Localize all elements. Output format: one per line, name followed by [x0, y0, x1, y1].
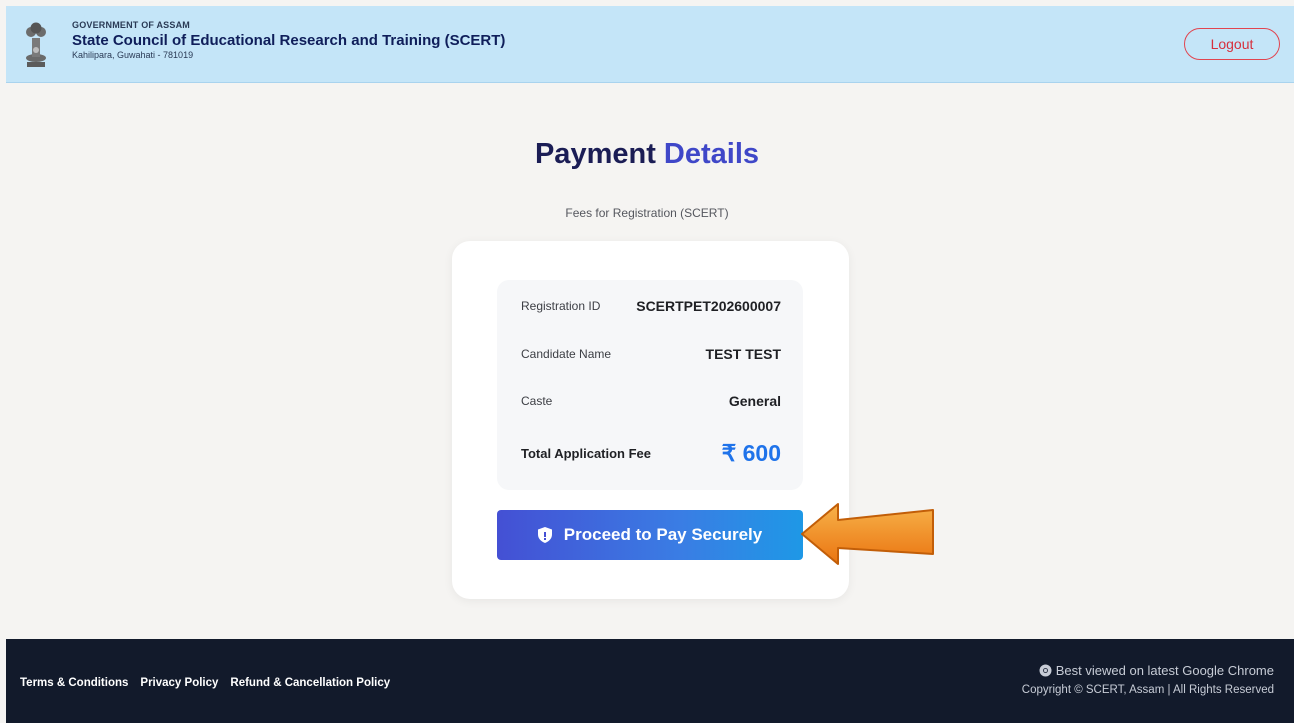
caste-row: Caste General — [521, 393, 781, 409]
pointer-arrow-icon — [801, 503, 934, 565]
site-header: GOVERNMENT OF ASSAM State Council of Edu… — [6, 6, 1294, 83]
copyright-text: Copyright © SCERT, Assam | All Rights Re… — [1021, 684, 1274, 696]
org-title: State Council of Educational Research an… — [72, 32, 506, 49]
registration-id-label: Registration ID — [521, 299, 601, 313]
privacy-policy-link[interactable]: Privacy Policy — [140, 677, 218, 689]
national-emblem-icon — [26, 22, 46, 67]
browser-note-text: Best viewed on latest Google Chrome — [1055, 663, 1274, 678]
footer-info: Best viewed on latest Google Chrome Copy… — [1022, 663, 1274, 696]
registration-id-value: SCERTPET202600007 — [636, 298, 781, 314]
header-text-block: GOVERNMENT OF ASSAM State Council of Edu… — [72, 20, 505, 60]
proceed-to-pay-label: Proceed to Pay Securely — [563, 525, 763, 544]
chrome-icon — [1039, 664, 1052, 677]
refund-policy-link[interactable]: Refund & Cancellation Policy — [230, 677, 390, 689]
terms-link[interactable]: Terms & Conditions — [20, 677, 128, 689]
footer-links: Terms & Conditions Privacy Policy Refund… — [20, 677, 390, 689]
payment-card: Registration ID SCERTPET202600007 Candid… — [452, 241, 849, 599]
shield-icon — [537, 527, 552, 543]
payment-details-panel: Registration ID SCERTPET202600007 Candid… — [497, 280, 803, 490]
page-subtitle: Fees for Registration (SCERT) — [565, 206, 729, 220]
page-title-part2: Details — [663, 138, 760, 170]
candidate-name-value: TEST TEST — [705, 346, 781, 362]
browser-note: Best viewed on latest Google Chrome — [1022, 663, 1274, 678]
total-fee-value: ₹ 600 — [721, 440, 781, 466]
site-footer: Terms & Conditions Privacy Policy Refund… — [6, 639, 1294, 723]
candidate-name-label: Candidate Name — [521, 347, 612, 361]
org-address: Kahilipara, Guwahati - 781019 — [72, 50, 194, 60]
candidate-name-row: Candidate Name TEST TEST — [521, 346, 781, 362]
total-fee-label: Total Application Fee — [521, 446, 652, 461]
registration-id-row: Registration ID SCERTPET202600007 — [521, 298, 781, 314]
page-title: Payment Details — [0, 138, 1294, 171]
caste-value: General — [728, 393, 781, 409]
total-fee-row: Total Application Fee ₹ 600 — [521, 440, 781, 467]
gov-label: GOVERNMENT OF ASSAM — [72, 20, 190, 30]
proceed-to-pay-button[interactable]: Proceed to Pay Securely — [497, 510, 803, 560]
caste-label: Caste — [521, 394, 553, 408]
logout-button[interactable]: Logout — [1184, 28, 1280, 60]
page-title-part1: Payment — [534, 138, 656, 170]
